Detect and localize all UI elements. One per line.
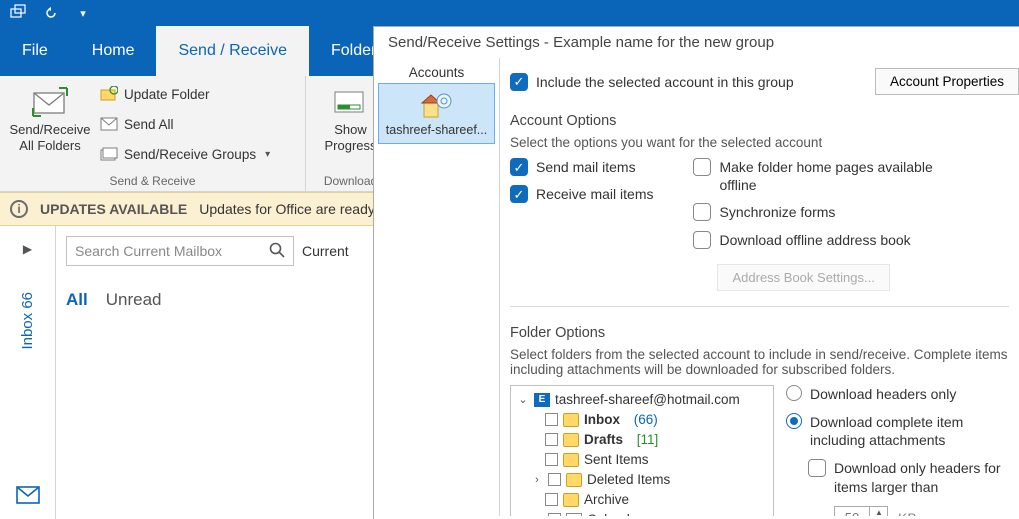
folder-checkbox[interactable] [545, 453, 558, 466]
dropdown-arrow-icon: ▾ [265, 149, 270, 160]
notice-text: Updates for Office are ready [199, 201, 375, 217]
inbox-vertical-label[interactable]: Inbox 66 [19, 292, 36, 350]
folder-refresh-icon [100, 85, 118, 103]
folder-icon [563, 453, 579, 467]
account-options-help: Select the options you want for the sele… [510, 135, 1019, 150]
expand-icon[interactable]: › [531, 474, 543, 486]
folder-checkbox[interactable] [545, 433, 558, 446]
kb-label: KB [898, 509, 917, 516]
info-icon: i [10, 200, 28, 218]
offline-pages-checkbox[interactable] [693, 158, 711, 176]
settings-pane: Include the selected account in this gro… [500, 58, 1019, 516]
tab-file[interactable]: File [0, 26, 70, 76]
folder-checkbox[interactable] [548, 513, 561, 516]
folder-checkbox[interactable] [548, 473, 561, 486]
include-account-checkbox[interactable] [510, 73, 528, 91]
include-label: Include the selected account in this gro… [536, 74, 794, 90]
envelope-group-icon [100, 145, 118, 163]
send-all-button[interactable]: Send All [96, 112, 274, 136]
dialog-title: Send/Receive Settings - Example name for… [374, 27, 1019, 58]
update-folder-button[interactable]: Update Folder [96, 82, 274, 106]
left-nav-strip: ▶ Inbox 66 [0, 226, 56, 519]
undo-icon[interactable] [42, 4, 60, 22]
headers-larger-than-checkbox[interactable] [808, 459, 826, 477]
big-label: Send/Receive All Folders [10, 122, 91, 153]
filter-unread[interactable]: Unread [106, 290, 162, 310]
tab-send-receive[interactable]: Send / Receive [156, 26, 309, 76]
calendar-icon [566, 513, 582, 516]
account-options-header: Account Options [510, 113, 1019, 129]
address-book-settings-button: Address Book Settings... [717, 264, 889, 291]
folder-checkbox[interactable] [545, 413, 558, 426]
mail-nav-icon[interactable] [16, 486, 40, 507]
expand-chevron-icon[interactable]: ▶ [23, 236, 32, 262]
search-input[interactable]: Search Current Mailbox [66, 236, 294, 266]
collapse-icon[interactable]: ⌄ [517, 393, 529, 406]
account-home-icon [379, 90, 494, 120]
accounts-column: Accounts tashreef-shareef... [374, 58, 500, 516]
qat-dropdown-icon[interactable]: ▾ [74, 4, 92, 22]
filter-all[interactable]: All [66, 290, 88, 310]
sync-forms-checkbox[interactable] [693, 203, 711, 221]
search-scope[interactable]: Current [302, 243, 349, 259]
send-receive-settings-dialog: Send/Receive Settings - Example name for… [373, 26, 1019, 519]
folder-options-header: Folder Options [510, 325, 1019, 341]
tab-home[interactable]: Home [70, 26, 157, 76]
progress-icon [332, 84, 370, 120]
send-mail-checkbox[interactable] [510, 158, 528, 176]
folder-tree[interactable]: ⌄ E tashreef-shareef@hotmail.com Inbox (… [510, 385, 774, 516]
group-caption: Send & Receive [0, 174, 305, 191]
folder-options-help: Select folders from the selected account… [510, 347, 1019, 377]
download-oab-checkbox[interactable] [693, 231, 711, 249]
exchange-icon: E [534, 393, 550, 407]
send-receive-groups-button[interactable]: Send/Receive Groups ▾ [96, 142, 274, 166]
size-spinner[interactable]: ▲▼ [834, 506, 888, 516]
title-bar: ▾ [0, 0, 1019, 26]
notice-title: UPDATES AVAILABLE [40, 201, 187, 217]
download-headers-radio[interactable] [786, 385, 802, 401]
receive-mail-checkbox[interactable] [510, 185, 528, 203]
spin-up-icon[interactable]: ▲ [870, 507, 888, 516]
accounts-header: Accounts [378, 62, 495, 83]
download-complete-radio[interactable] [786, 413, 802, 429]
folder-icon [566, 473, 582, 487]
folder-icon [563, 493, 579, 507]
account-item[interactable]: tashreef-shareef... [378, 83, 495, 144]
mail-sync-icon [31, 84, 69, 120]
window-icon [10, 4, 28, 22]
folder-icon [563, 433, 579, 447]
tree-root: tashreef-shareef@hotmail.com [555, 392, 740, 407]
search-icon[interactable] [269, 242, 285, 261]
size-input[interactable] [835, 510, 869, 516]
account-properties-button[interactable]: Account Properties [875, 68, 1019, 95]
folder-icon [563, 413, 579, 427]
expand-icon[interactable]: › [531, 514, 543, 516]
envelope-icon [100, 115, 118, 133]
folder-checkbox[interactable] [545, 493, 558, 506]
account-label: tashreef-shareef... [379, 123, 494, 137]
send-receive-all-button[interactable]: Send/Receive All Folders [8, 80, 92, 153]
